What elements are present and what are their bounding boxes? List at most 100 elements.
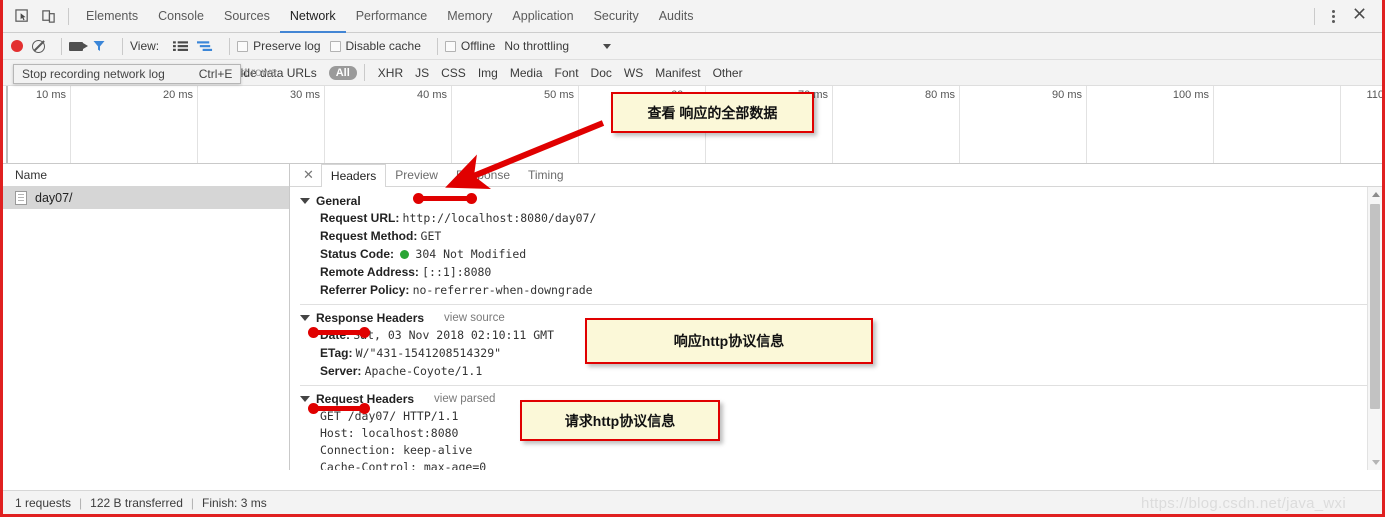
scroll-up-icon[interactable] xyxy=(1372,192,1380,197)
general-row: Request Method: GET xyxy=(290,228,1382,246)
timeline-tick-label: 100 ms xyxy=(1172,89,1209,101)
triangle-down-icon xyxy=(300,315,310,321)
filter-type-js[interactable]: JS xyxy=(409,66,435,80)
scrollbar-thumb[interactable] xyxy=(1370,204,1380,409)
filter-type-font[interactable]: Font xyxy=(549,66,585,80)
scroll-down-icon[interactable] xyxy=(1372,460,1380,465)
response-header-key: Server: xyxy=(320,364,362,378)
annotation-request-http-info: 请求http协议信息 xyxy=(520,400,720,441)
general-value: 304 Not Modified xyxy=(415,247,527,261)
timeline-tick-label: 30 ms xyxy=(290,89,320,101)
close-detail-icon[interactable]: ✕ xyxy=(296,167,321,183)
timeline-gridline xyxy=(451,86,452,163)
general-key: Request URL: xyxy=(320,211,400,225)
detail-scrollbar[interactable] xyxy=(1367,187,1382,470)
network-statusbar: 1 requests | 122 B transferred | Finish:… xyxy=(3,490,1382,514)
section-divider xyxy=(300,385,1372,386)
panel-tab-console[interactable]: Console xyxy=(148,0,214,33)
filter-type-all[interactable]: All xyxy=(328,65,357,80)
camera-icon[interactable] xyxy=(69,41,88,51)
network-filterbar: Hide data URLs All XHR JS CSS Img Media … xyxy=(3,60,1382,86)
detail-tab-response[interactable]: Response xyxy=(447,164,519,187)
view-waterfall-icon[interactable] xyxy=(197,40,213,52)
toolbar-divider-3 xyxy=(229,37,231,55)
annotation-text: 响应http协议信息 xyxy=(673,333,785,349)
detail-tab-headers[interactable]: Headers xyxy=(320,164,387,187)
more-options-icon[interactable] xyxy=(1322,9,1345,23)
triangle-down-icon xyxy=(300,198,310,204)
status-ok-icon xyxy=(400,250,410,259)
record-button-tooltip: Stop recording network log Ctrl+E xyxy=(13,64,242,84)
filter-type-manifest[interactable]: Manifest xyxy=(649,66,706,80)
record-button[interactable] xyxy=(11,40,23,52)
filter-type-xhr[interactable]: XHR xyxy=(372,66,409,80)
filter-type-other[interactable]: Other xyxy=(707,66,749,80)
chevron-down-icon[interactable] xyxy=(603,43,612,49)
column-header-name[interactable]: Name xyxy=(3,164,289,187)
detail-tab-preview[interactable]: Preview xyxy=(386,164,447,187)
general-value: [::1]:8080 xyxy=(422,265,492,279)
tabstrip-right-controls xyxy=(1307,7,1382,25)
panel-tab-audits[interactable]: Audits xyxy=(649,0,704,33)
panel-tab-elements[interactable]: Elements xyxy=(76,0,148,33)
section-response-headers-title: Response Headers xyxy=(316,311,425,325)
request-row-day07[interactable]: day07/ xyxy=(3,187,289,209)
offline-checkbox[interactable]: Offline xyxy=(444,39,495,53)
preserve-log-checkbox[interactable]: Preserve log xyxy=(237,39,321,53)
toolbar-divider-right xyxy=(1314,7,1315,25)
panel-tab-performance[interactable]: Performance xyxy=(346,0,438,33)
panel-tab-memory[interactable]: Memory xyxy=(437,0,502,33)
general-key: Remote Address: xyxy=(320,265,419,279)
disable-cache-checkbox[interactable]: Disable cache xyxy=(329,39,421,53)
response-header-row: Server: Apache-Coyote/1.1 xyxy=(290,363,1382,381)
timeline-tick-label: 50 ms xyxy=(544,89,574,101)
detail-tab-timing[interactable]: Timing xyxy=(519,164,573,187)
panel-tab-sources[interactable]: Sources xyxy=(214,0,280,33)
toolbar-divider-1 xyxy=(61,37,62,55)
section-request-headers-title: Request Headers xyxy=(316,392,415,406)
annotation-response-http-info: 响应http协议信息 xyxy=(585,318,873,364)
general-row: Remote Address: [::1]:8080 xyxy=(290,264,1382,282)
response-header-value: W/"431-1541208514329" xyxy=(355,346,502,360)
filter-type-ws[interactable]: WS xyxy=(618,66,649,80)
timeline-gridline xyxy=(1213,86,1214,163)
panel-tab-network[interactable]: Network xyxy=(279,0,346,33)
devtools-tabstrip: Elements Console Sources Network Perform… xyxy=(3,0,1382,33)
filter-type-doc[interactable]: Doc xyxy=(585,66,618,80)
filter-type-media[interactable]: Media xyxy=(504,66,549,80)
filter-type-css[interactable]: CSS xyxy=(435,66,472,80)
tooltip-shortcut: Ctrl+E xyxy=(198,67,233,81)
response-header-value: Apache-Coyote/1.1 xyxy=(364,364,483,378)
timeline-tick-label: 20 ms xyxy=(163,89,193,101)
device-toolbar-icon[interactable] xyxy=(35,3,61,29)
general-key: Request Method: xyxy=(320,229,418,243)
timeline-tick-label: 80 ms xyxy=(925,89,955,101)
section-general[interactable]: General xyxy=(290,192,1382,210)
general-key: Status Code: xyxy=(320,247,395,261)
filter-icon[interactable] xyxy=(92,39,106,53)
request-detail-pane: ✕ Headers Preview Response Timing Genera… xyxy=(290,164,1382,470)
throttling-select[interactable]: No throttling xyxy=(504,39,569,53)
inspect-element-icon[interactable] xyxy=(9,3,35,29)
clear-button[interactable] xyxy=(32,39,45,53)
general-value: no-referrer-when-downgrade xyxy=(412,283,593,297)
close-icon[interactable] xyxy=(1345,7,1374,25)
section-request-headers[interactable]: Request Headers view parsed xyxy=(290,390,1382,408)
timeline-gridline xyxy=(197,86,198,163)
view-source-link[interactable]: view source xyxy=(444,312,505,324)
view-parsed-link[interactable]: view parsed xyxy=(434,393,495,405)
throttling-value: No throttling xyxy=(504,39,570,53)
section-general-title: General xyxy=(316,194,361,208)
view-list-icon[interactable] xyxy=(173,40,189,52)
view-label-text: View: xyxy=(130,39,160,53)
timeline-gridline xyxy=(324,86,325,163)
toolbar-divider-2 xyxy=(122,37,123,55)
general-value: GET xyxy=(420,229,442,243)
filter-type-img[interactable]: Img xyxy=(472,66,504,80)
timeline-tick-label: 10 ms xyxy=(36,89,66,101)
request-header-line: GET /day07/ HTTP/1.1 xyxy=(320,409,459,423)
panel-tab-application[interactable]: Application xyxy=(502,0,583,33)
devtools-window: Elements Console Sources Network Perform… xyxy=(0,0,1385,517)
response-header-value: Sat, 03 Nov 2018 02:10:11 GMT xyxy=(353,328,555,342)
panel-tab-security[interactable]: Security xyxy=(584,0,649,33)
